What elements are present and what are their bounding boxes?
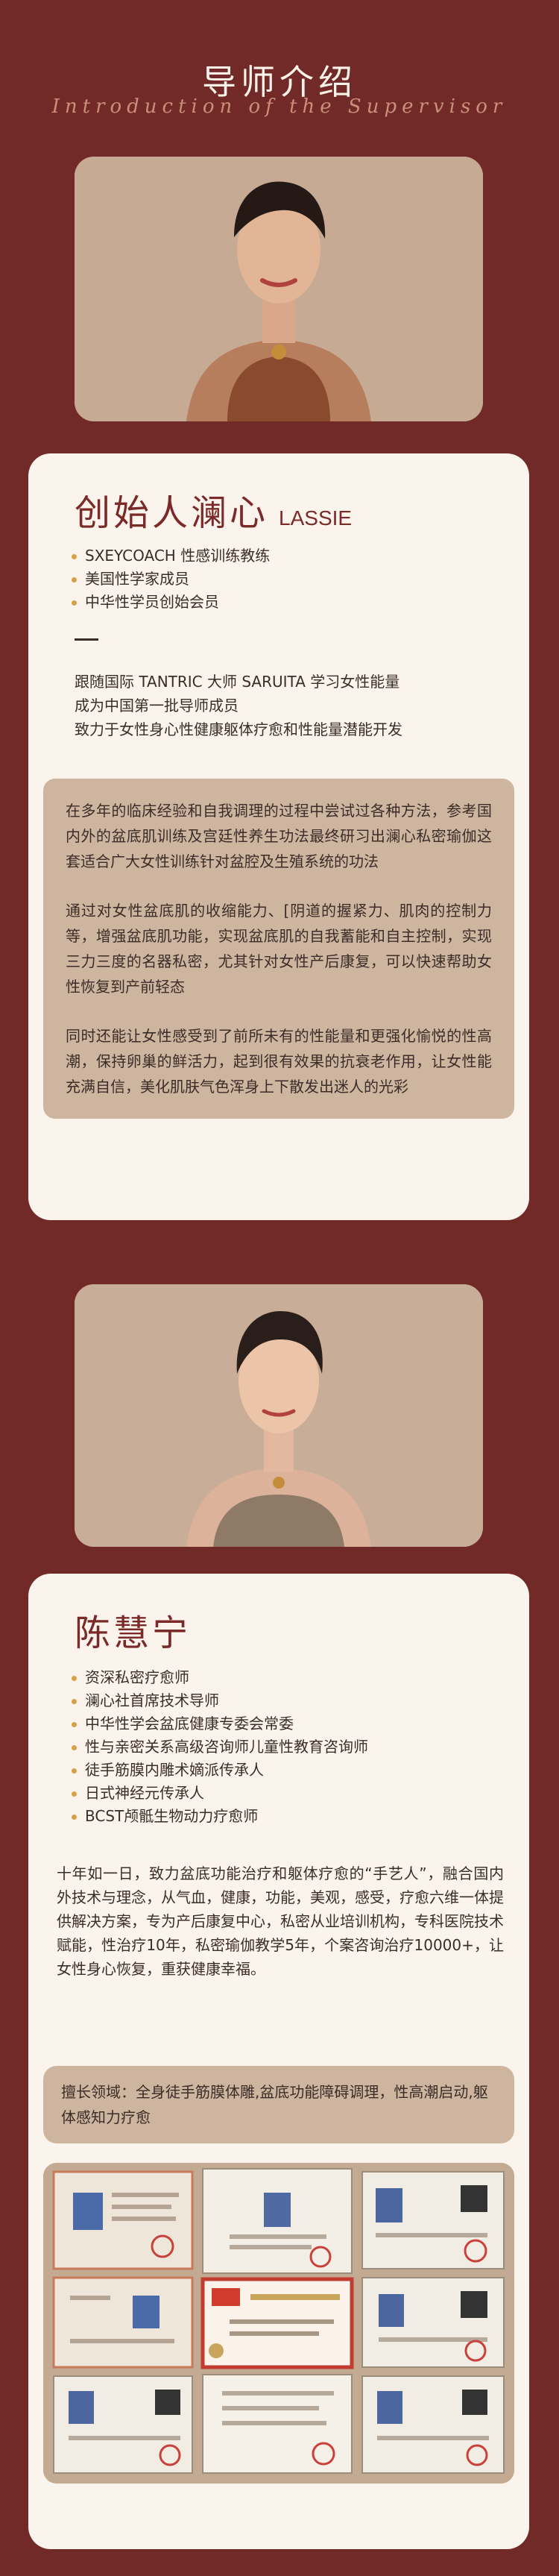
certificates-collage (43, 2163, 514, 2484)
mentor1-description-box: 在多年的临床经验和自我调理的过程中尝试过各种方法，参考国内外的盆底肌训练及宫廷性… (43, 779, 514, 1119)
mentor1-card: 创始人澜心 LASSIE SXEYCOACH 性感训练教练 美国性学家成员 中华… (28, 453, 529, 1220)
list-item: 性与亲密关系高级咨询师儿童性教育咨询师 (72, 1735, 368, 1759)
mentor2-name-row: 陈慧宁 (75, 1603, 191, 1656)
list-item: BCST颅骶生物动力疗愈师 (72, 1805, 368, 1828)
mentor1-name-row: 创始人澜心 LASSIE (75, 483, 352, 535)
description-paragraph: 同时还能让女性感受到了前所未有的性能量和更强化愉悦的性高潮，保持卵巢的鲜活力，起… (66, 1027, 492, 1096)
mentor2-portrait-image (75, 1284, 483, 1547)
mentor1-name-en: LASSIE (279, 506, 353, 530)
page: 导师介绍 Introduction of the Supervisor 创始人澜… (0, 0, 559, 2576)
mentor2-name: 陈慧宁 (75, 1612, 192, 1654)
mentor2-specialty-box: 擅长领域：全身徒手筋膜体雕,盆底功能障碍调理，性高潮启动,躯体感知力疗愈 (43, 2066, 514, 2143)
list-item: 澜心社首席技术导师 (72, 1689, 368, 1712)
list-item: 中华性学会盆底健康专委会常委 (72, 1712, 368, 1735)
mentor1-portrait-image (75, 157, 483, 421)
mentor2-intro: 十年如一日，致力盆底功能治疗和躯体疗愈的“手艺人”，融合国内外技术与理念，从气血… (57, 1865, 504, 1978)
page-subtitle: Introduction of the Supervisor (51, 95, 508, 118)
description-paragraph: 在多年的临床经验和自我调理的过程中尝试过各种方法，参考国内外的盆底肌训练及宫廷性… (66, 802, 492, 870)
list-item: 中华性学员创始会员 (72, 591, 270, 614)
list-item: 资深私密疗愈师 (72, 1666, 368, 1689)
mentor2-roles: 资深私密疗愈师 澜心社首席技术导师 中华性学会盆底健康专委会常委 性与亲密关系高… (72, 1666, 368, 1828)
certificates-image (43, 2163, 514, 2484)
mentor2-specialty: 擅长领域：全身徒手筋膜体雕,盆底功能障碍调理，性高潮启动,躯体感知力疗愈 (61, 2083, 488, 2126)
highlight-line: 跟随国际 TANTRIC 大师 SARUITA 学习女性能量 (75, 673, 400, 691)
divider (75, 638, 98, 641)
mentor2-card: 陈慧宁 资深私密疗愈师 澜心社首席技术导师 中华性学会盆底健康专委会常委 性与亲… (28, 1574, 529, 2549)
description-paragraph: 通过对女性盆底肌的收缩能力、[阴道的握紧力、肌肉的控制力等，增强盆底肌功能，实现… (66, 902, 492, 996)
mentor1-highlights: 跟随国际 TANTRIC 大师 SARUITA 学习女性能量 成为中国第一批导师… (75, 670, 402, 741)
mentor1-roles: SXEYCOACH 性感训练教练 美国性学家成员 中华性学员创始会员 (72, 544, 270, 614)
list-item: SXEYCOACH 性感训练教练 (72, 544, 270, 568)
list-item: 日式神经元传承人 (72, 1782, 368, 1805)
list-item: 徒手筋膜内雕术嫡派传承人 (72, 1759, 368, 1782)
mentor2-photo (75, 1284, 483, 1547)
list-item: 美国性学家成员 (72, 568, 270, 591)
mentor1-photo (75, 157, 483, 421)
highlight-line: 成为中国第一批导师成员 (75, 697, 239, 714)
highlight-line: 致力于女性身心性健康躯体疗愈和性能量潜能开发 (75, 720, 402, 738)
mentor1-name: 创始人澜心 (75, 492, 269, 534)
